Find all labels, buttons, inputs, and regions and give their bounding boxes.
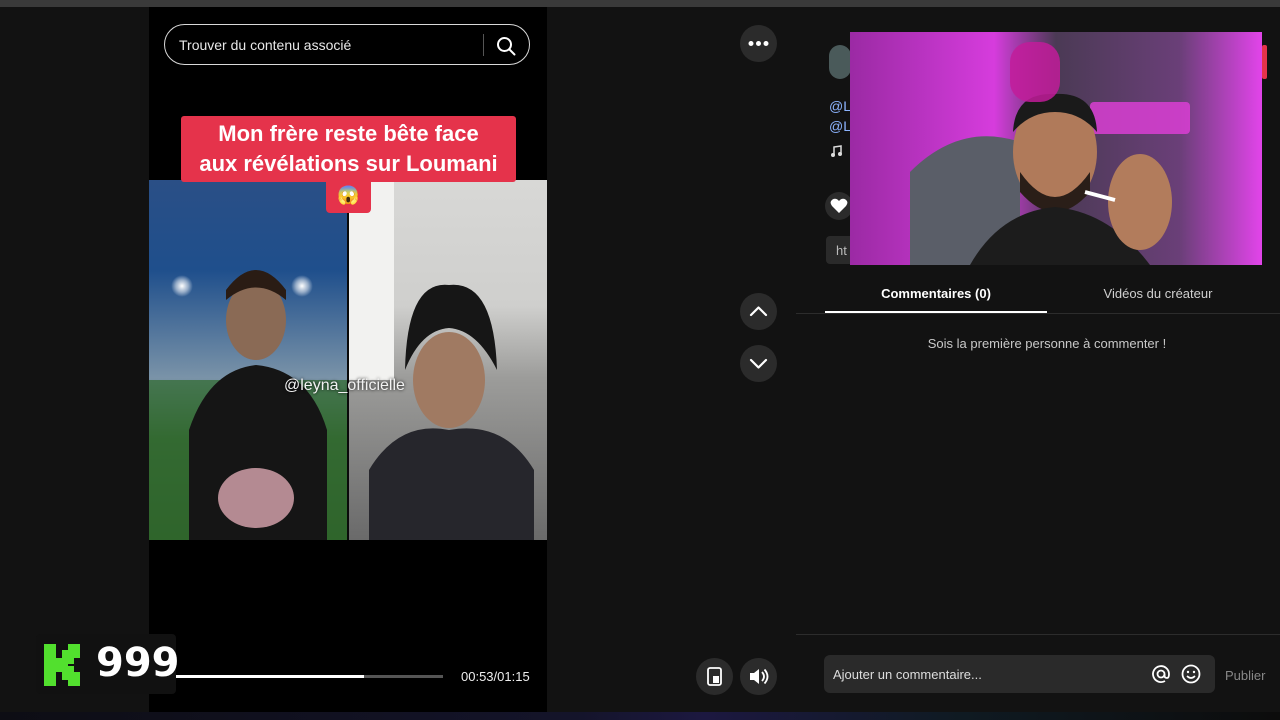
picture-in-picture-button[interactable] — [696, 658, 733, 695]
tab-comments[interactable]: Commentaires (0) — [825, 286, 1047, 301]
comment-placeholder: Ajouter un commentaire... — [833, 667, 982, 682]
more-options-button[interactable] — [740, 25, 777, 62]
taskbar-strip — [0, 712, 1280, 720]
caption-line-1: Mon frère reste bête face — [218, 121, 479, 146]
heart-icon — [830, 198, 848, 213]
video-frame-left — [149, 180, 347, 540]
kick-viewer-count: 999 — [96, 640, 180, 686]
chevron-up-icon — [749, 306, 768, 317]
next-video-button[interactable] — [740, 345, 777, 382]
pip-icon — [707, 667, 722, 686]
kick-viewer-overlay: 999 — [36, 634, 180, 694]
more-icon — [748, 41, 769, 46]
at-icon[interactable] — [1150, 663, 1172, 685]
volume-button[interactable] — [740, 658, 777, 695]
content-tabs: Commentaires (0) Vidéos du créateur — [825, 286, 1280, 314]
empty-comments-message: Sois la première personne à commenter ! — [927, 336, 1167, 351]
search-icon[interactable] — [495, 35, 517, 57]
emoji-icon[interactable] — [1180, 663, 1202, 685]
active-tab-indicator — [825, 311, 1047, 313]
volume-icon — [750, 668, 769, 685]
publish-button[interactable]: Publier — [1225, 668, 1265, 683]
time-display: 00:53/01:15 — [461, 669, 530, 684]
video-caption: Mon frère reste bête face aux révélation… — [181, 116, 516, 182]
peek-handle-2[interactable]: @L — [829, 118, 851, 134]
search-input[interactable]: Trouver du contenu associé — [179, 37, 351, 53]
caption-line-2: aux révélations sur Loumani — [199, 151, 498, 176]
chevron-down-icon — [749, 358, 768, 369]
kick-logo — [44, 644, 80, 686]
browser-top-bar — [0, 0, 1280, 7]
comment-input[interactable]: Ajouter un commentaire... — [824, 655, 1215, 693]
search-bar[interactable]: Trouver du contenu associé — [164, 24, 530, 65]
music-icon — [831, 145, 842, 157]
search-divider — [483, 34, 484, 56]
peek-handle-1[interactable]: @L — [829, 98, 851, 114]
webcam-overlay — [850, 32, 1262, 265]
previous-video-button[interactable] — [740, 293, 777, 330]
like-button[interactable] — [825, 192, 853, 220]
progress-fill — [169, 675, 364, 678]
video-watermark: @leyna_officielle — [284, 377, 405, 394]
video-player[interactable]: Trouver du contenu associé Mon frère res… — [149, 7, 547, 712]
caption-emoji: 😱 — [326, 180, 371, 213]
video-frame-right — [349, 180, 547, 540]
link-text: ht — [836, 243, 847, 258]
progress-bar[interactable] — [169, 675, 443, 678]
comment-divider — [796, 634, 1280, 635]
tab-creator-videos[interactable]: Vidéos du créateur — [1047, 286, 1269, 301]
follow-button-edge[interactable] — [1262, 45, 1267, 79]
avatar[interactable] — [829, 45, 851, 79]
tabs-divider — [796, 313, 1280, 314]
